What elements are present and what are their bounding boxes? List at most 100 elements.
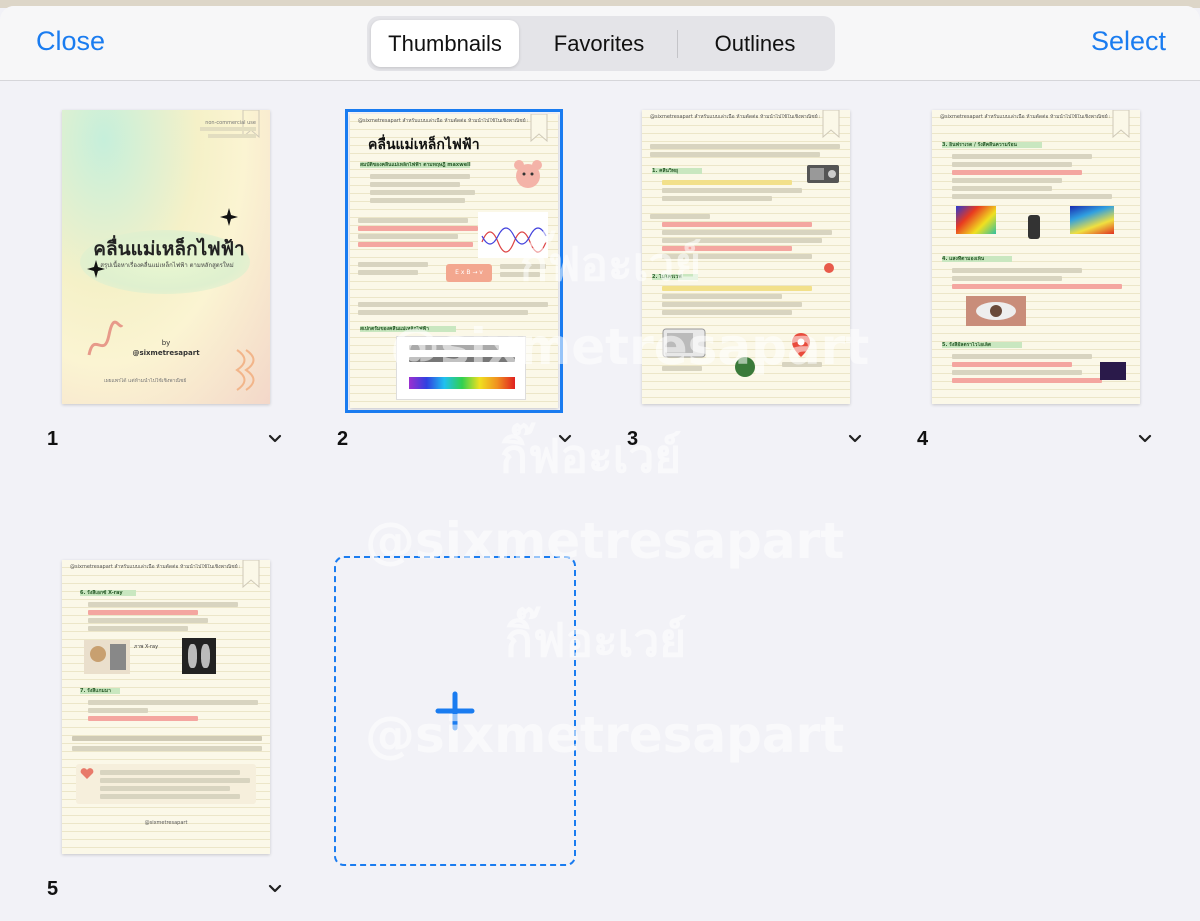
- strawberry-illustration: [824, 263, 834, 273]
- select-button[interactable]: Select: [1091, 26, 1166, 57]
- close-button[interactable]: Close: [36, 26, 105, 57]
- text-line: [952, 370, 1082, 375]
- bookmark-icon: [242, 560, 260, 588]
- text-line: [358, 262, 428, 267]
- radio-illustration: [807, 165, 839, 183]
- text-line: [100, 778, 250, 783]
- text-line: [662, 310, 792, 315]
- thermal-image: [956, 206, 996, 234]
- bookmark-icon: [530, 114, 548, 142]
- text-line: [662, 366, 702, 371]
- satellite-image: [1070, 206, 1114, 234]
- text-line: [662, 230, 832, 235]
- text-line: [100, 770, 240, 775]
- add-page-button[interactable]: [334, 556, 576, 866]
- text-line: [662, 254, 812, 259]
- bear-illustration: [514, 160, 542, 188]
- text-line: [952, 276, 1062, 281]
- cover-corner-line: [200, 127, 256, 131]
- lung-right: [201, 644, 210, 668]
- formula-box: E x B → v: [446, 264, 492, 282]
- text-line: [662, 294, 782, 299]
- text-line: [358, 310, 528, 315]
- text-line: [88, 602, 238, 607]
- text-line: [650, 214, 710, 219]
- text-line: [952, 268, 1082, 273]
- section-heading: 6. รังสีเอกซ์ X-ray: [80, 590, 123, 596]
- text-line: [782, 362, 822, 367]
- page-number-3: 3: [627, 428, 639, 450]
- text-line: [650, 144, 840, 149]
- text-line: [662, 302, 802, 307]
- text-line: [952, 194, 1112, 199]
- spectrum-line: [72, 736, 262, 741]
- text-line: [662, 180, 792, 185]
- lung-left: [188, 644, 197, 668]
- tab-thumbnails[interactable]: Thumbnails: [371, 20, 519, 67]
- chevron-down-icon[interactable]: [264, 428, 286, 450]
- text-line: [370, 198, 465, 203]
- eye-illustration: [966, 296, 1026, 326]
- text-line: [358, 234, 458, 239]
- tab-favorites[interactable]: Favorites: [523, 20, 675, 67]
- text-line: [88, 626, 188, 631]
- section-heading: 7. รังสีแกมมา: [80, 688, 111, 694]
- text-line: [358, 242, 473, 247]
- cover-corner-note: non-commercial use: [205, 120, 256, 126]
- remote-illustration: [1028, 215, 1040, 239]
- page-thumbnail-2[interactable]: @sixmetresapart สำหรับแบบเล่าเนื้อ ห้ามต…: [345, 109, 563, 413]
- text-line: [88, 708, 148, 713]
- xray-illustration: [84, 640, 130, 674]
- tab-outlines[interactable]: Outlines: [679, 20, 831, 67]
- text-line: [500, 264, 546, 269]
- section-heading: 4. แสงที่ตามองเห็น: [942, 256, 985, 262]
- text-line: [370, 190, 475, 195]
- page-header: @sixmetresapart สำหรับแบบเล่าเนื้อ ห้ามต…: [650, 114, 820, 120]
- segment-divider: [677, 30, 678, 58]
- chevron-down-icon[interactable]: [1134, 428, 1156, 450]
- text-line: [358, 270, 418, 275]
- chevron-down-icon[interactable]: [264, 878, 286, 900]
- page-number-2: 2: [337, 428, 349, 450]
- text-line: [662, 222, 812, 227]
- page-thumbnail-4[interactable]: @sixmetresapart สำหรับแบบเล่าเนื้อ ห้ามต…: [932, 110, 1140, 404]
- text-line: [952, 378, 1102, 383]
- spectrum-figure: [396, 336, 526, 400]
- bookmark-icon: [822, 110, 840, 138]
- cover-byline: by @sixmetresapart: [62, 338, 270, 358]
- text-line: [370, 174, 470, 179]
- page-footer: @sixmetresapart: [144, 820, 188, 826]
- text-line: [952, 284, 1122, 289]
- thumbnail-sheet: Close Thumbnails Favorites Outlines Sele…: [0, 6, 1200, 921]
- cover-corner-line: [208, 134, 256, 138]
- page-thumbnail-5[interactable]: @sixmetresapart สำหรับแบบเล่าเนื้อ ห้ามต…: [62, 560, 270, 854]
- text-line: [88, 716, 198, 721]
- heart-icon: [80, 768, 94, 779]
- text-line: [88, 618, 208, 623]
- section-heading: สเปกตรัมของคลื่นแม่เหล็กไฟฟ้า: [360, 326, 429, 332]
- page-header: @sixmetresapart สำหรับแบบเล่าเนื้อ ห้ามต…: [70, 564, 240, 570]
- cover-footer: เผยแพร่ได้ แต่ห้ามนำไปใช้เชิงพาณิชย์: [104, 378, 187, 384]
- leaf-illustration: [735, 357, 755, 377]
- text-line: [952, 162, 1072, 167]
- chevron-down-icon[interactable]: [554, 428, 576, 450]
- text-line: [358, 218, 468, 223]
- text-line: [952, 178, 1062, 183]
- page-thumbnail-1[interactable]: non-commercial use คลื่นแม่เหล็กไฟฟ้า สร…: [62, 110, 270, 404]
- text-line: [88, 700, 258, 705]
- page-header: @sixmetresapart สำหรับแบบเล่าเนื้อ ห้ามต…: [940, 114, 1110, 120]
- map-pin-icon: [792, 333, 810, 357]
- text-line: [500, 272, 540, 277]
- text-line: [662, 238, 822, 243]
- xray-label: ภาพ X-ray: [134, 644, 159, 650]
- microwave-illustration: [662, 328, 706, 358]
- page-number-1: 1: [47, 428, 59, 450]
- text-line: [952, 170, 1082, 175]
- section-heading: 5. รังสีอัลตราไวโอเล็ต: [942, 342, 992, 348]
- chevron-down-icon[interactable]: [844, 428, 866, 450]
- wave-diagram: [478, 212, 548, 258]
- page-thumbnail-3[interactable]: @sixmetresapart สำหรับแบบเล่าเนื้อ ห้ามต…: [642, 110, 850, 404]
- text-line: [650, 152, 820, 157]
- note-box: [76, 764, 256, 804]
- text-line: [370, 182, 460, 187]
